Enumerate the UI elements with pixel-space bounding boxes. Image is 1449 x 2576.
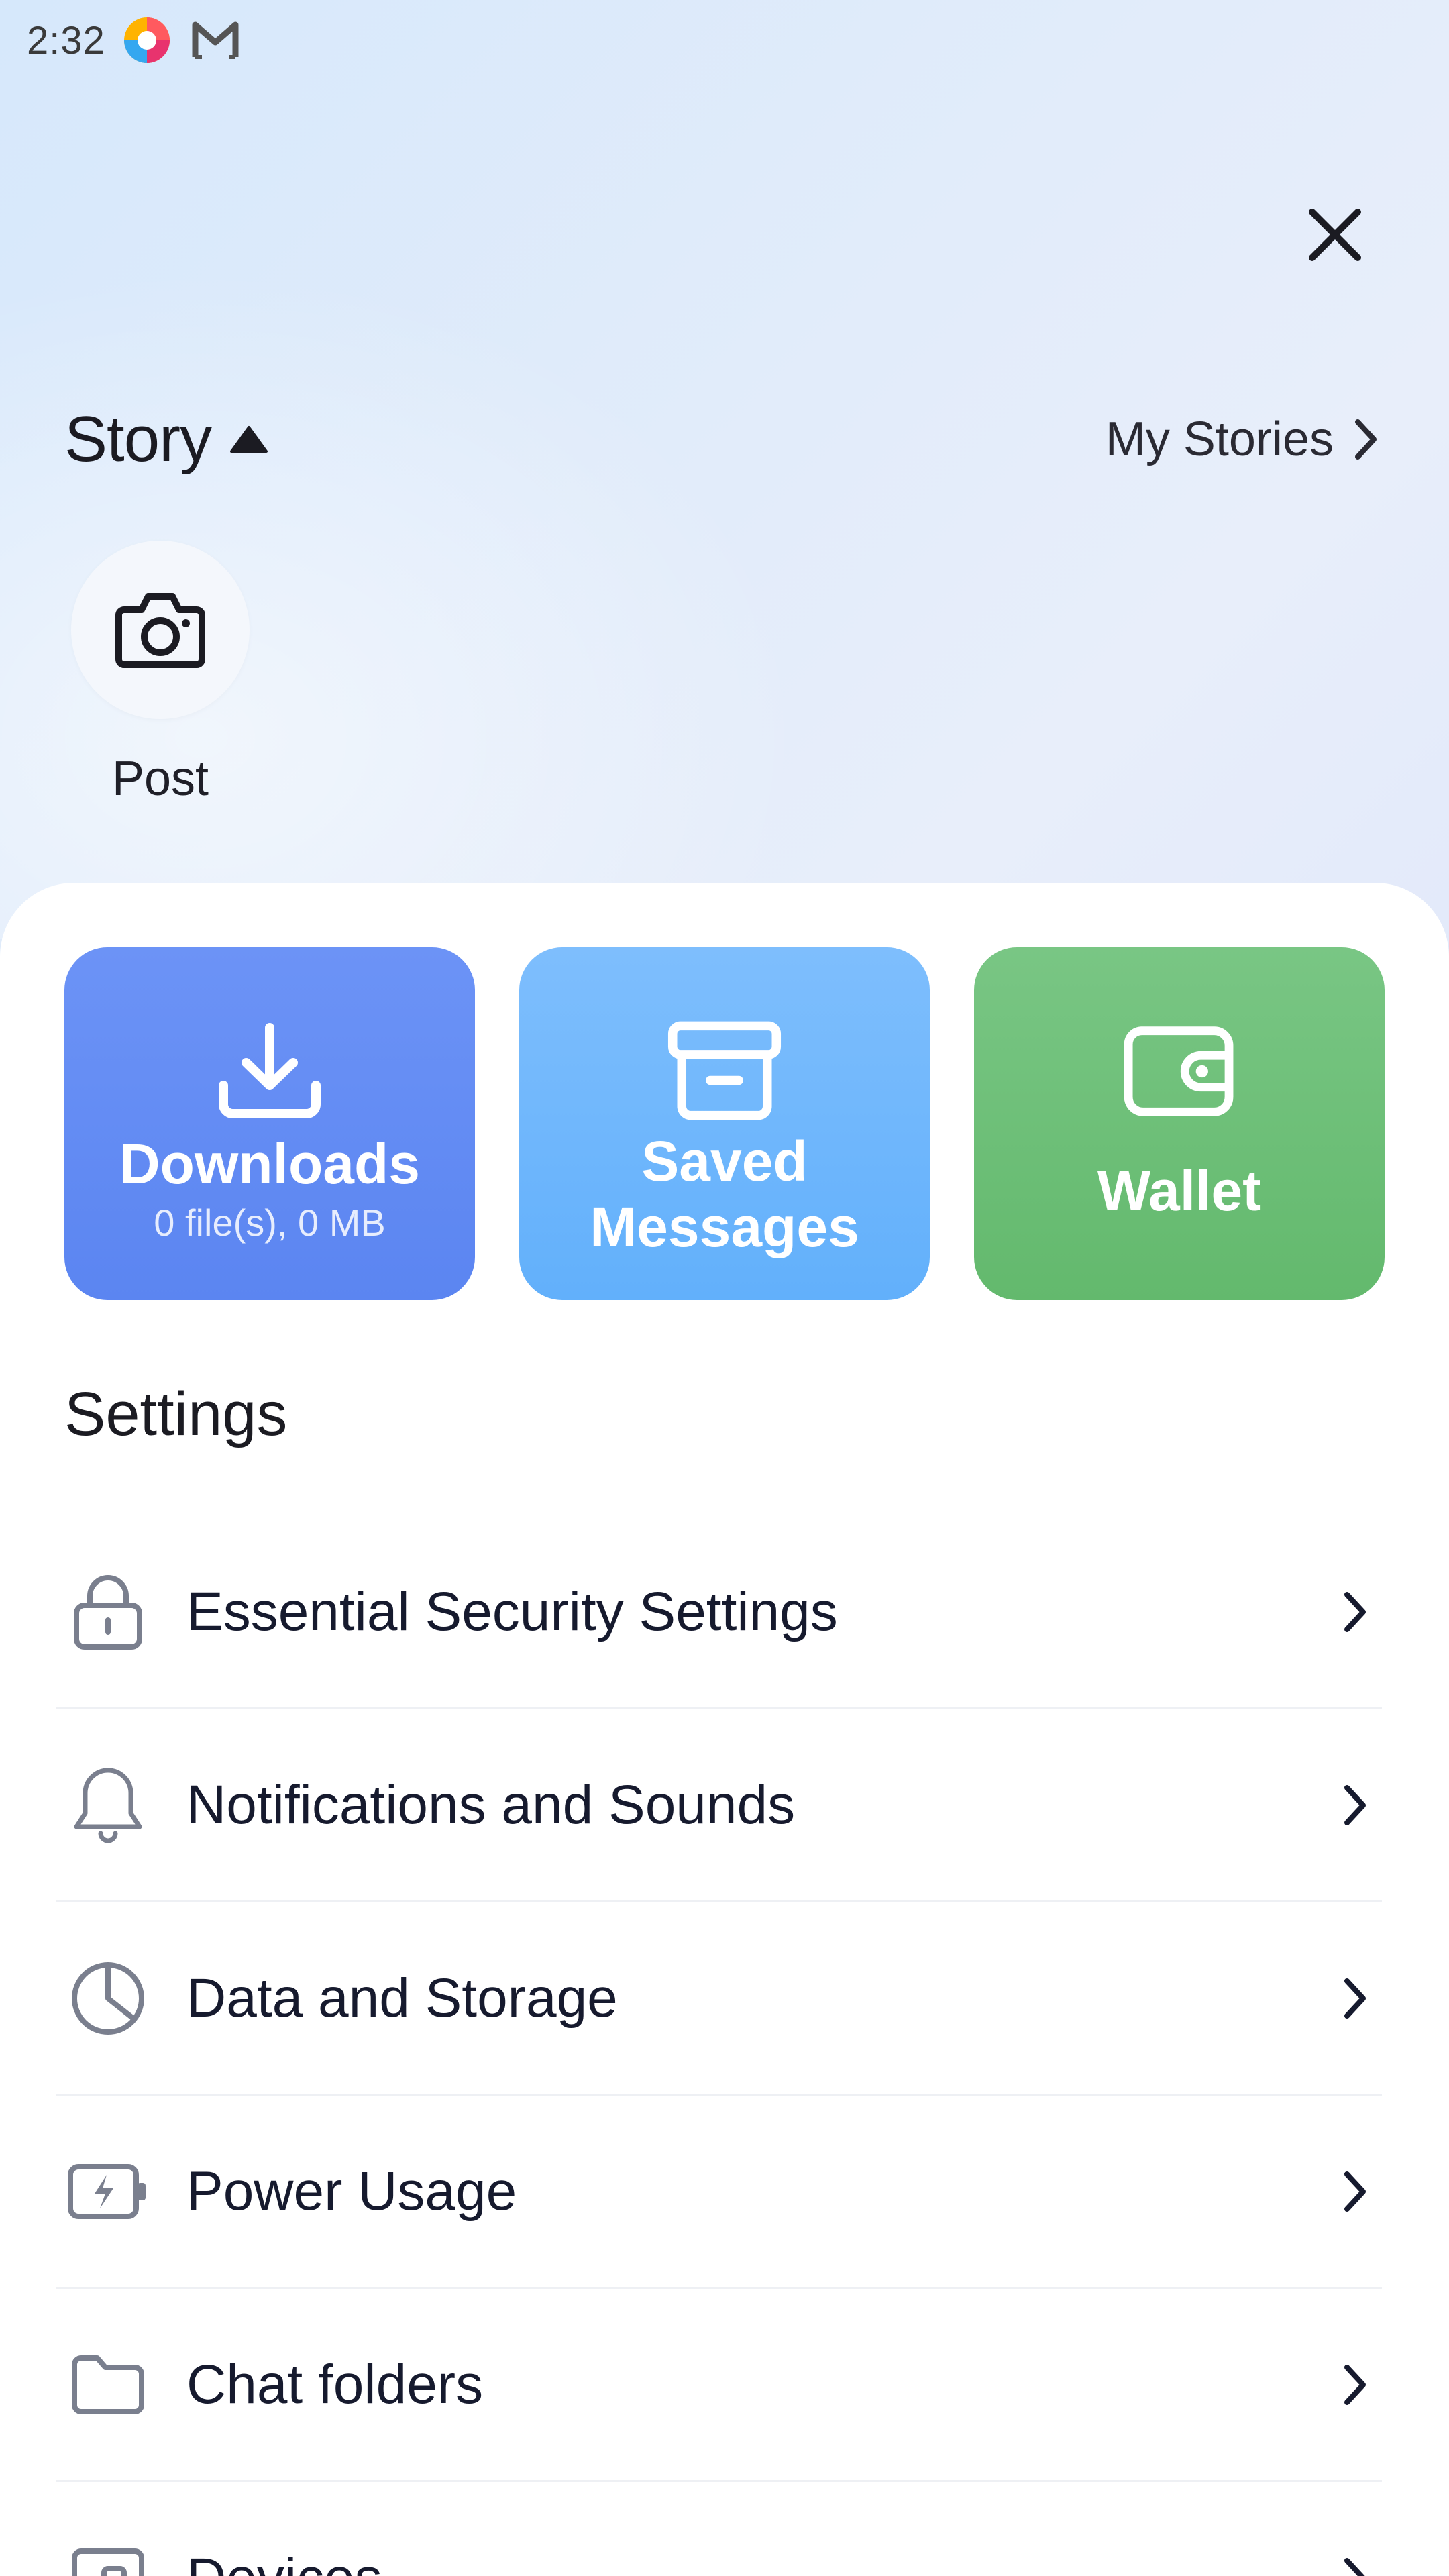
settings-item-label: Chat folders (186, 2353, 484, 2415)
chevron-right-icon (1328, 1972, 1382, 2025)
quick-actions: Downloads 0 file(s), 0 MB Saved Messages (64, 947, 1385, 1300)
wallet-icon (1122, 1014, 1236, 1128)
lock-icon (64, 1568, 152, 1656)
post-label: Post (111, 752, 209, 806)
chevron-right-icon (1328, 1778, 1382, 1832)
chevron-right-icon (1328, 2358, 1382, 2412)
my-stories-link[interactable]: My Stories (1106, 412, 1379, 467)
saved-messages-tile[interactable]: Saved Messages (519, 947, 930, 1300)
close-button[interactable] (1295, 195, 1375, 275)
main-sheet: Downloads 0 file(s), 0 MB Saved Messages (0, 883, 1449, 2576)
downloads-subtitle: 0 file(s), 0 MB (154, 1201, 386, 1244)
downloads-title: Downloads (119, 1132, 420, 1195)
gmail-icon (189, 13, 242, 67)
story-header: Story My Stories (64, 396, 1379, 483)
settings-item-label: Devices (186, 2546, 382, 2576)
status-bar: 2:32 (27, 13, 242, 67)
archive-icon (667, 1014, 782, 1128)
colorful-app-icon (120, 13, 174, 67)
close-icon (1309, 209, 1361, 261)
download-icon (213, 1014, 327, 1128)
settings-item-label: Power Usage (186, 2160, 517, 2222)
settings-item-power-usage[interactable]: Power Usage (56, 2096, 1382, 2289)
settings-item-security[interactable]: Essential Security Settings (56, 1516, 1382, 1709)
screen: 2:32 Story My Stories Post Downloads 0 f… (0, 0, 1449, 2576)
wallet-title: Wallet (1097, 1159, 1262, 1222)
settings-item-label: Data and Storage (186, 1967, 618, 2029)
wallet-tile[interactable]: Wallet (974, 947, 1385, 1300)
saved-messages-title-line1: Saved (641, 1130, 808, 1193)
post-button[interactable] (71, 541, 250, 719)
caret-up-icon (230, 426, 268, 453)
settings-heading: Settings (64, 1380, 288, 1448)
folder-icon (64, 2341, 152, 2428)
settings-item-label: Essential Security Settings (186, 1580, 838, 1642)
bell-icon (64, 1762, 152, 1849)
story-title: Story (64, 403, 212, 475)
chevron-right-icon (1355, 419, 1377, 460)
downloads-tile[interactable]: Downloads 0 file(s), 0 MB (64, 947, 475, 1300)
settings-item-chat-folders[interactable]: Chat folders (56, 2289, 1382, 2482)
saved-messages-title-line2: Messages (590, 1195, 859, 1258)
story-toggle[interactable]: Story (64, 402, 269, 476)
settings-item-notifications[interactable]: Notifications and Sounds (56, 1709, 1382, 1902)
settings-list: Essential Security Settings Notification… (56, 1516, 1382, 2576)
settings-item-data-storage[interactable]: Data and Storage (56, 1902, 1382, 2096)
status-time: 2:32 (27, 18, 105, 62)
chevron-right-icon (1328, 2165, 1382, 2218)
settings-item-devices[interactable]: Devices (56, 2482, 1382, 2576)
pie-chart-icon (64, 1955, 152, 2042)
chevron-right-icon (1328, 1585, 1382, 1639)
settings-item-label: Notifications and Sounds (186, 1774, 796, 1835)
battery-bolt-icon (64, 2148, 152, 2235)
chevron-right-icon (1328, 2551, 1382, 2576)
camera-icon (115, 593, 205, 668)
my-stories-label: My Stories (1105, 413, 1334, 466)
devices-icon (64, 2534, 152, 2576)
